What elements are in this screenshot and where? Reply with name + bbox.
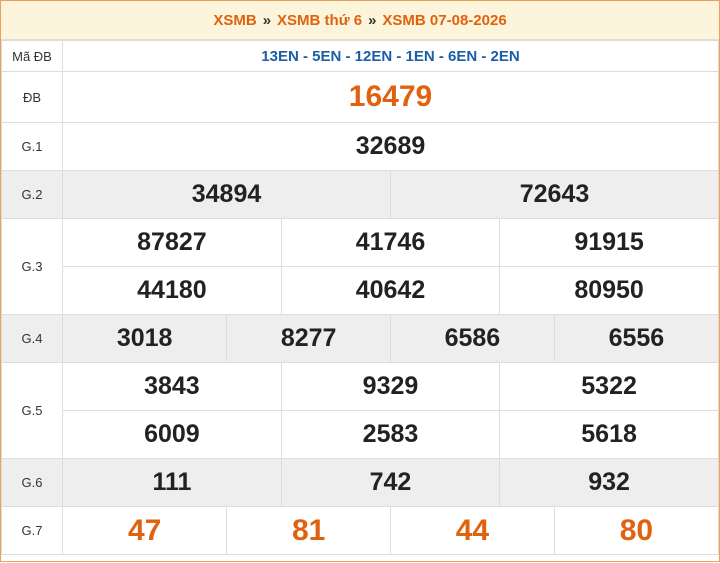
prize-number: 72643 — [390, 171, 718, 218]
row-label: G.1 — [1, 122, 63, 171]
prize-number: 91915 — [499, 219, 718, 267]
row-g5: G.5 3843 9329 5322 6009 2583 5618 — [1, 362, 719, 459]
row-label: G.6 — [1, 458, 63, 507]
prize-number: 41746 — [280, 219, 500, 267]
breadcrumb-xsmb-date-link[interactable]: XSMB 07-08-2026 — [382, 12, 506, 29]
special-codes: 13EN - 5EN - 12EN - 1EN - 6EN - 2EN — [62, 40, 719, 72]
row-label: Mã ĐB — [1, 40, 63, 72]
prize-number: 5618 — [499, 410, 718, 458]
results-table: Mã ĐB 13EN - 5EN - 12EN - 1EN - 6EN - 2E… — [1, 40, 719, 555]
breadcrumb: XSMB » XSMB thứ 6 » XSMB 07-08-2026 — [1, 0, 719, 40]
row-label: G.4 — [1, 314, 63, 363]
breadcrumb-xsmb-friday-link[interactable]: XSMB thứ 6 — [277, 12, 362, 29]
prize-number: 44 — [390, 507, 555, 554]
row-ma-db: Mã ĐB 13EN - 5EN - 12EN - 1EN - 6EN - 2E… — [1, 40, 719, 72]
prize-number: 80 — [553, 507, 718, 554]
prize-number: 32689 — [62, 122, 719, 171]
prize-number: 932 — [499, 459, 718, 506]
row-label: G.7 — [1, 506, 63, 555]
prize-number: 6009 — [63, 410, 282, 458]
special-prize-number: 16479 — [62, 71, 719, 123]
row-g3: G.3 87827 41746 91915 44180 40642 80950 — [1, 218, 719, 315]
prize-number: 47 — [127, 513, 162, 547]
row-label: G.3 — [1, 218, 63, 315]
prize-cells: 47 81 44 80 — [62, 506, 719, 555]
prize-number: 80950 — [499, 266, 718, 314]
prize-number: 6586 — [390, 315, 555, 362]
prize-cells: 34894 72643 — [62, 170, 719, 219]
prize-number: 9329 — [280, 363, 500, 411]
breadcrumb-separator: » — [262, 11, 272, 29]
row-g4: G.4 3018 8277 6586 6556 — [1, 314, 719, 363]
results-panel: XSMB » XSMB thứ 6 » XSMB 07-08-2026 Mã Đ… — [0, 0, 720, 562]
prize-cells: 87827 41746 91915 44180 40642 80950 — [62, 218, 719, 315]
prize-number: 5322 — [499, 363, 718, 411]
prize-number: 3018 — [63, 315, 227, 362]
breadcrumb-separator: » — [368, 11, 377, 29]
prize-number: 6556 — [553, 315, 718, 362]
prize-cells: 3018 8277 6586 6556 — [62, 314, 719, 363]
prize-number: 34894 — [63, 171, 391, 218]
prize-number: 2583 — [280, 410, 500, 458]
prize-number: 44180 — [63, 266, 282, 314]
prize-cells: 111 742 932 — [62, 458, 719, 507]
prize-number: 81 — [226, 507, 391, 554]
prize-number: 87827 — [137, 228, 207, 256]
breadcrumb-xsmb-link[interactable]: XSMB — [213, 12, 256, 29]
row-g7: G.7 47 81 44 80 — [1, 506, 719, 555]
prize-number: 40642 — [280, 266, 500, 314]
row-label: ĐB — [1, 71, 63, 123]
row-g2: G.2 34894 72643 — [1, 170, 719, 219]
row-g6: G.6 111 742 932 — [1, 458, 719, 507]
row-db: ĐB 16479 — [1, 71, 719, 123]
prize-number: 8277 — [226, 315, 391, 362]
row-label: G.2 — [1, 170, 63, 219]
prize-number: 111 — [63, 459, 282, 506]
prize-number: 3843 — [144, 372, 200, 400]
prize-number: 742 — [280, 459, 500, 506]
prize-cells: 3843 9329 5322 6009 2583 5618 — [62, 362, 719, 459]
row-label: G.5 — [1, 362, 63, 459]
row-g1: G.1 32689 — [1, 122, 719, 171]
